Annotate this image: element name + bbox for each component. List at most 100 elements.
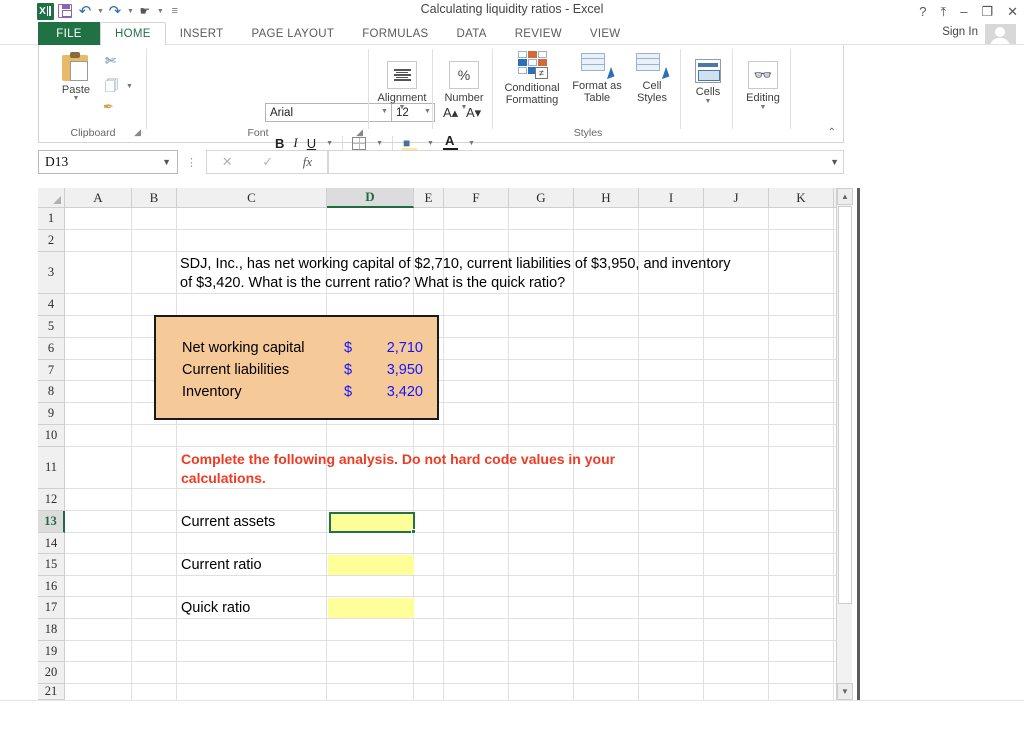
row-header-6[interactable]: 6	[38, 338, 65, 360]
font-group-label: Font	[147, 127, 369, 139]
cut-icon[interactable]: ✄	[105, 53, 116, 69]
fill-handle[interactable]	[411, 529, 416, 534]
ribbon-group-cells[interactable]: Cells ▼	[683, 45, 733, 141]
cells-icon[interactable]	[695, 59, 721, 83]
alignment-label: Alignment	[371, 92, 433, 104]
row-header-17[interactable]: 17	[38, 597, 65, 619]
expand-formula-bar-icon[interactable]: ▼	[830, 157, 839, 167]
row-header-7[interactable]: 7	[38, 360, 65, 381]
underline-dropdown-icon[interactable]: ▼	[326, 140, 333, 147]
column-header-d[interactable]: D	[327, 188, 414, 208]
column-header-a[interactable]: A	[65, 188, 132, 208]
tab-data[interactable]: DATA	[443, 22, 501, 45]
cells-area[interactable]: SDJ, Inc., has net working capital of $2…	[65, 208, 852, 700]
format-as-table-label-line1: Format as	[567, 80, 627, 92]
column-header-j[interactable]: J	[704, 188, 769, 208]
tab-page-layout[interactable]: PAGE LAYOUT	[237, 22, 348, 45]
row-header-8[interactable]: 8	[38, 381, 65, 403]
scroll-up-icon[interactable]: ▲	[837, 188, 853, 205]
cell-styles-button[interactable]: Cell Styles	[625, 51, 679, 104]
enter-formula-icon[interactable]: ✓	[262, 154, 273, 170]
restore-icon[interactable]: ❐	[981, 5, 993, 18]
tab-formulas[interactable]: FORMULAS	[348, 22, 442, 45]
paste-dropdown-icon[interactable]: ▼	[53, 96, 99, 102]
ribbon-group-number[interactable]: % Number ▼	[435, 45, 493, 141]
vertical-scrollbar[interactable]: ▲ ▼	[836, 188, 852, 700]
title-bar: X ↶ ▼ ↷ ▼ ☛ ▼ ≡ Calculating liquidity ra…	[0, 0, 1024, 22]
row-header-18[interactable]: 18	[38, 619, 65, 641]
row-header-1[interactable]: 1	[38, 208, 65, 230]
cells-dropdown-icon[interactable]: ▼	[683, 98, 733, 105]
scroll-down-icon[interactable]: ▼	[837, 683, 853, 700]
avatar[interactable]	[985, 24, 1016, 44]
row-header-2[interactable]: 2	[38, 230, 65, 252]
number-dropdown-icon[interactable]: ▼	[435, 104, 493, 111]
number-format-icon[interactable]: %	[449, 61, 479, 89]
ribbon-tab-strip: FILE HOME INSERT PAGE LAYOUT FORMULAS DA…	[0, 22, 1024, 45]
row-header-14[interactable]: 14	[38, 533, 65, 554]
copy-dropdown-icon[interactable]: ▼	[126, 83, 133, 90]
label-quick-ratio: Quick ratio	[181, 600, 250, 616]
help-icon[interactable]: ?	[919, 5, 926, 18]
row-header-10[interactable]: 10	[38, 425, 65, 447]
row-header-9[interactable]: 9	[38, 403, 65, 425]
copy-icon[interactable]: 🗍	[105, 77, 118, 99]
paste-button[interactable]: Paste ▼	[53, 50, 99, 116]
collapse-ribbon-icon[interactable]: ⌃	[828, 127, 836, 138]
name-box-value: D13	[45, 154, 68, 170]
close-icon[interactable]: ✕	[1007, 5, 1018, 18]
name-box-dropdown-icon[interactable]: ▼	[162, 157, 171, 167]
input-current-assets[interactable]	[329, 512, 415, 533]
editing-icon[interactable]: 👓	[748, 61, 778, 89]
formula-input[interactable]: ▼	[328, 150, 844, 174]
row-header-11[interactable]: 11	[38, 447, 65, 489]
column-header-f[interactable]: F	[444, 188, 509, 208]
alignment-dropdown-icon[interactable]: ▼	[371, 104, 433, 111]
input-current-ratio[interactable]	[328, 555, 414, 575]
alignment-icon[interactable]	[387, 61, 417, 89]
tab-file[interactable]: FILE	[38, 22, 100, 45]
select-all-corner[interactable]	[38, 188, 65, 208]
cancel-formula-icon[interactable]: ✕	[222, 154, 233, 170]
row-header-5[interactable]: 5	[38, 316, 65, 338]
column-header-g[interactable]: G	[509, 188, 574, 208]
tab-insert[interactable]: INSERT	[166, 22, 238, 45]
sign-in-link[interactable]: Sign In	[942, 26, 978, 38]
column-header-k[interactable]: K	[769, 188, 834, 208]
clipboard-dialog-launcher[interactable]: ◢	[134, 127, 141, 138]
row-header-20[interactable]: 20	[38, 662, 65, 684]
column-header-e[interactable]: E	[414, 188, 444, 208]
ribbon-display-options-icon[interactable]: ⤒	[940, 5, 946, 18]
styles-group-label: Styles	[495, 127, 681, 139]
label-current-ratio: Current ratio	[181, 557, 262, 573]
row-header-16[interactable]: 16	[38, 576, 65, 597]
row-header-4[interactable]: 4	[38, 294, 65, 316]
ribbon-group-alignment[interactable]: Alignment ▼	[371, 45, 433, 141]
format-painter-icon[interactable]: ✒	[103, 99, 114, 115]
input-quick-ratio[interactable]	[328, 598, 414, 618]
tab-view[interactable]: VIEW	[576, 22, 635, 45]
row-header-12[interactable]: 12	[38, 489, 65, 511]
row-header-21[interactable]: 21	[38, 684, 65, 700]
scrollbar-thumb[interactable]	[838, 206, 852, 604]
tab-review[interactable]: REVIEW	[501, 22, 576, 45]
format-as-table-button[interactable]: Format as Table	[567, 51, 627, 104]
row-header-3[interactable]: 3	[38, 252, 65, 294]
insert-function-icon[interactable]: fx	[303, 154, 312, 170]
column-header-i[interactable]: I	[639, 188, 704, 208]
column-header-c[interactable]: C	[177, 188, 327, 208]
font-dialog-launcher[interactable]: ◢	[356, 127, 363, 138]
minimize-icon[interactable]: –	[960, 5, 967, 18]
data-label-current-liabilities: Current liabilities	[182, 362, 289, 378]
ribbon-group-editing[interactable]: 👓 Editing ▼	[735, 45, 791, 141]
row-header-15[interactable]: 15	[38, 554, 65, 576]
row-header-13[interactable]: 13	[38, 511, 65, 533]
row-header-19[interactable]: 19	[38, 641, 65, 662]
column-header-b[interactable]: B	[132, 188, 177, 208]
name-box[interactable]: D13 ▼	[38, 150, 178, 174]
data-value-net-working-capital: 2,710	[361, 340, 423, 356]
editing-dropdown-icon[interactable]: ▼	[735, 104, 791, 111]
column-header-h[interactable]: H	[574, 188, 639, 208]
conditional-formatting-button[interactable]: ≠ Conditional Formatting	[497, 51, 567, 106]
tab-home[interactable]: HOME	[100, 22, 166, 46]
